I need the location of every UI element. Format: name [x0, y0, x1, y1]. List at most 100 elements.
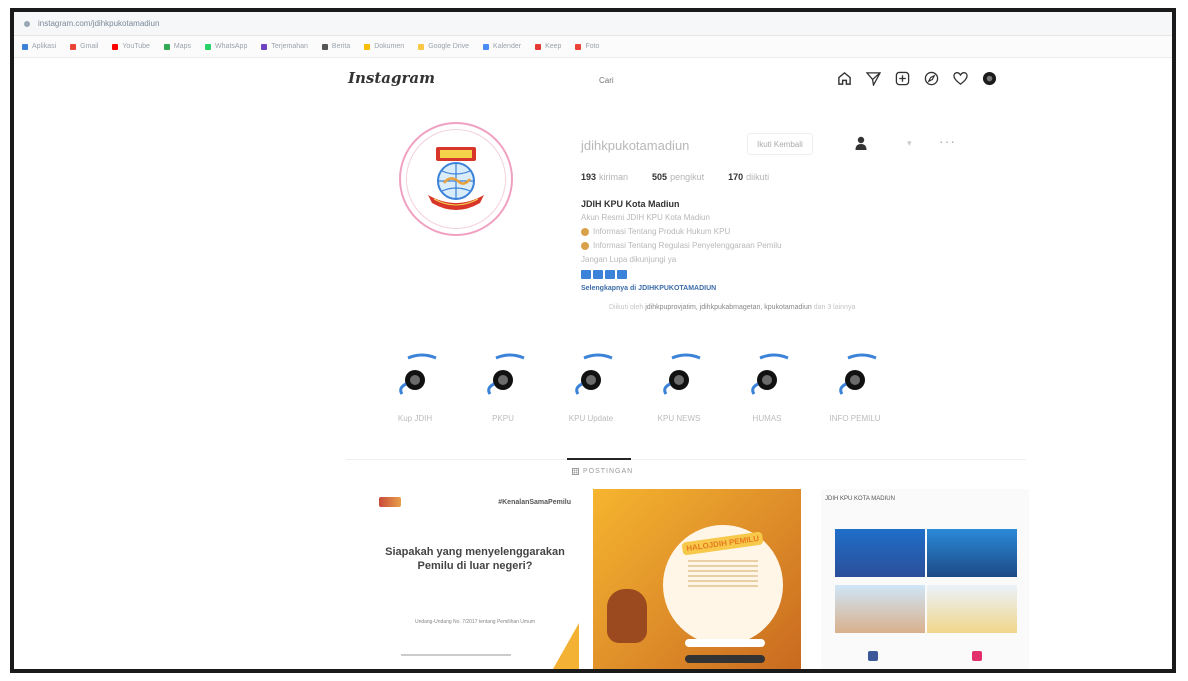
docs-icon [364, 43, 371, 50]
direct-icon[interactable] [865, 70, 881, 86]
bio-line: Informasi Tentang Produk Hukum KPU [581, 227, 730, 236]
post-header: #KenalanSamaPemilu [379, 497, 571, 507]
bio-emoji-tags [581, 270, 627, 279]
highlight-item[interactable]: PKPU [474, 350, 532, 423]
bio-line: Informasi Tentang Regulasi Penyelenggara… [581, 241, 781, 250]
post-thumbnail[interactable]: JDIH KPU KOTA MADIUN [821, 489, 1029, 669]
followed-by[interactable]: Diikuti oleh jdihkpuprovjatim, jdihkpuka… [609, 304, 855, 311]
profile-username: jdihkpukotamadiun [581, 138, 690, 153]
bookmark-item[interactable]: Gmail [70, 43, 98, 50]
bookmark-item[interactable]: Kalender [483, 43, 521, 50]
facebook-icon [868, 651, 878, 661]
instagram-logo[interactable]: Instagram [348, 69, 435, 87]
emoji-icon [581, 227, 589, 236]
lock-icon [24, 20, 30, 27]
highlight-cover [386, 350, 444, 408]
bio-line: Jangan Lupa dikunjungi ya [581, 255, 677, 264]
home-icon[interactable] [836, 70, 852, 86]
following-count[interactable]: 170 diikuti [728, 172, 769, 182]
text-line [688, 580, 758, 582]
story-highlights: Kup JDIH PKPU KPU Update KPU NEWS HUMAS [386, 350, 884, 423]
post-thumbnail[interactable]: HALOJDIH PEMILU [593, 489, 801, 669]
text-line [688, 585, 758, 587]
highlight-cover [738, 350, 796, 408]
profile-avatar[interactable] [399, 122, 513, 236]
post-footer-bar [685, 655, 765, 663]
nav-icons [836, 70, 997, 86]
highlight-label: HUMAS [752, 414, 782, 423]
bookmarks-bar: Aplikasi Gmail YouTube Maps WhatsApp Ter… [14, 36, 1172, 58]
calendar-icon [483, 43, 490, 50]
highlight-item[interactable]: KPU Update [562, 350, 620, 423]
search-input[interactable] [599, 71, 689, 89]
bookmark-item[interactable]: Keep [535, 43, 561, 50]
photos-icon [575, 43, 582, 50]
news-icon [321, 43, 328, 50]
youtube-icon [112, 43, 119, 50]
highlight-label: Kup JDIH [397, 414, 433, 423]
profile-avatar-icon[interactable] [981, 70, 997, 86]
tab-divider [346, 459, 1026, 460]
explore-icon[interactable] [923, 70, 939, 86]
post-thumbnail[interactable]: #KenalanSamaPemilu Siapakah yang menyele… [371, 489, 579, 669]
grid-icon [572, 468, 579, 475]
post-corner-decoration [553, 623, 579, 669]
url-text[interactable]: instagram.com/jdihkpukotamadiun [38, 19, 159, 28]
suggested-user-icon[interactable] [854, 135, 868, 151]
more-options-icon[interactable]: ··· [939, 133, 956, 149]
bookmark-item[interactable]: Berita [321, 43, 350, 50]
post-info-circle: HALOJDIH PEMILU [663, 525, 783, 645]
highlight-item[interactable]: INFO PEMILU [826, 350, 884, 423]
bookmark-item[interactable]: YouTube [112, 43, 150, 50]
browser-window: instagram.com/jdihkpukotamadiun Aplikasi… [10, 8, 1176, 673]
text-line [688, 570, 758, 572]
tab-posts[interactable]: POSTINGAN [572, 468, 633, 475]
highlight-item[interactable]: HUMAS [738, 350, 796, 423]
text-line [688, 565, 758, 567]
posts-count: 193 kiriman [581, 172, 629, 182]
highlight-label: KPU Update [568, 414, 614, 423]
post-header: JDIH KPU KOTA MADIUN [825, 496, 895, 502]
bookmark-item[interactable]: Terjemahan [261, 43, 308, 50]
follow-back-button[interactable]: Ikuti Kembali [747, 133, 813, 155]
emoji-icon [581, 241, 589, 250]
post-text-lines [688, 560, 758, 587]
jdih-logo [406, 129, 506, 229]
post-question: Siapakah yang menyelenggarakan Pemilu di… [385, 546, 565, 572]
new-post-icon[interactable] [894, 70, 910, 86]
followers-count[interactable]: 505 pengikut [652, 172, 704, 182]
post-banner [685, 639, 765, 647]
emoji-tag-icon [593, 270, 603, 279]
active-tab-indicator [567, 458, 631, 460]
highlight-label: PKPU [492, 414, 514, 423]
bookmark-item[interactable]: Foto [575, 43, 599, 50]
instagram-icon [972, 651, 982, 661]
post-progress-line [401, 654, 511, 656]
chevron-down-icon[interactable]: ▾ [907, 138, 912, 149]
instagram-header: Instagram [14, 59, 1172, 103]
bookmark-item[interactable]: Maps [163, 43, 191, 50]
highlight-cover [650, 350, 708, 408]
whatsapp-icon [205, 43, 212, 50]
profile-stats: 193 kiriman 505 pengikut 170 diikuti [581, 172, 769, 182]
highlight-item[interactable]: KPU NEWS [650, 350, 708, 423]
emoji-tag-icon [605, 270, 615, 279]
kpu-logo [379, 497, 401, 507]
bookmark-item[interactable]: Dokumen [364, 43, 404, 50]
heart-icon[interactable] [952, 70, 968, 86]
post-social-icons [821, 651, 1029, 661]
mascot-illustration [607, 589, 647, 643]
text-line [688, 575, 758, 577]
person-photo [835, 585, 925, 633]
bookmark-item[interactable]: WhatsApp [205, 43, 247, 50]
bio-link[interactable]: Selengkapnya di JDIHKPUKOTAMADIUN [581, 285, 716, 292]
keep-icon [535, 43, 542, 50]
post-hashtag: #KenalanSamaPemilu [498, 498, 571, 506]
bookmark-item[interactable]: Google Drive [418, 43, 469, 50]
bookmark-item[interactable]: Aplikasi [22, 43, 56, 50]
highlight-cover [826, 350, 884, 408]
highlight-item[interactable]: Kup JDIH [386, 350, 444, 423]
highlight-label: INFO PEMILU [829, 414, 881, 423]
jdih-emblem-icon [428, 147, 484, 210]
address-bar[interactable]: instagram.com/jdihkpukotamadiun [14, 12, 1172, 36]
